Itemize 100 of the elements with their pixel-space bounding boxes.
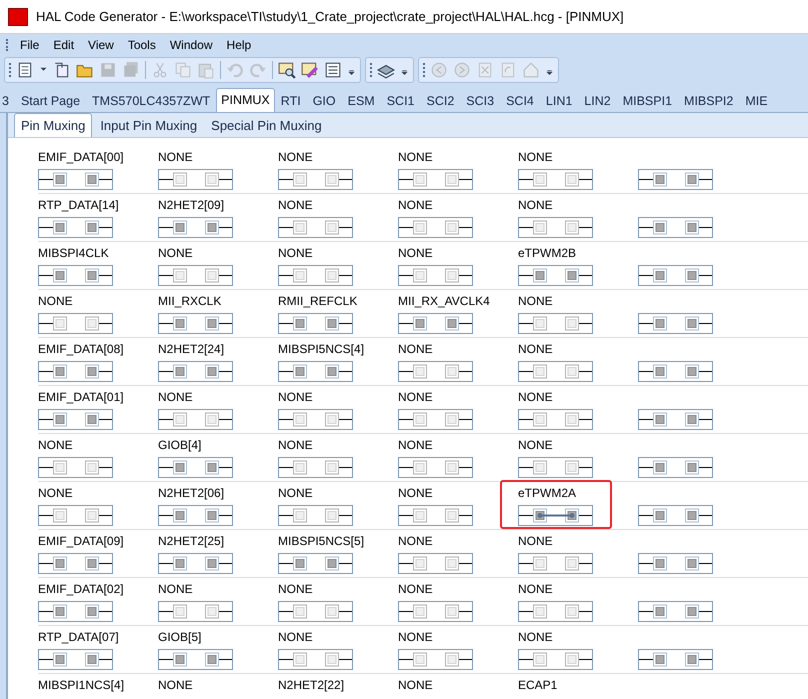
pin-switch[interactable] [518,313,593,334]
pin-label: N2HET2[22] [278,678,346,693]
magnifier-icon[interactable] [278,61,296,79]
pin-switch[interactable] [278,313,353,334]
menu-item[interactable]: File [14,36,46,54]
pin-switch[interactable] [398,601,473,622]
pin-switch[interactable] [158,265,233,286]
pin-switch[interactable] [158,649,233,670]
pin-switch[interactable] [158,457,233,478]
pin-switch[interactable] [398,505,473,526]
pin-switch[interactable] [38,409,113,430]
tab[interactable]: RTI [274,90,307,112]
pin-switch[interactable] [638,313,713,334]
tab[interactable]: SCI3 [460,90,500,112]
pin-switch[interactable] [158,169,233,190]
tab[interactable]: Start Page [14,90,86,112]
pin-switch[interactable] [518,409,593,430]
pin-switch[interactable] [38,649,113,670]
pin-switch[interactable] [518,169,593,190]
pin-switch[interactable] [278,649,353,670]
pin-switch[interactable] [278,265,353,286]
pin-switch[interactable] [638,457,713,478]
tab[interactable]: MIBSPI2 [678,90,740,112]
tab[interactable]: LIN1 [540,90,578,112]
pin-switch[interactable] [278,169,353,190]
pin-switch[interactable] [38,457,113,478]
pin-switch[interactable] [518,265,593,286]
pin-label: NONE [518,534,554,549]
menu-item[interactable]: Window [164,36,219,54]
pin-switch[interactable] [398,265,473,286]
pin-switch[interactable] [38,553,113,574]
pin-switch[interactable] [638,601,713,622]
tab[interactable]: PINMUX [216,88,275,112]
pin-switch[interactable] [38,169,113,190]
tab[interactable]: SCI4 [500,90,540,112]
pin-label: eTPWM2B [518,246,578,261]
pin-switch[interactable] [38,313,113,334]
tab[interactable]: 3 [0,90,15,112]
pin-switch[interactable] [38,217,113,238]
pin-switch[interactable] [398,169,473,190]
pin-switch[interactable] [278,553,353,574]
pin-switch[interactable] [518,649,593,670]
tab[interactable]: GIO [306,90,342,112]
pin-label: NONE [518,342,554,357]
pin-switch[interactable] [638,409,713,430]
menu-item[interactable]: Edit [47,36,80,54]
pin-switch[interactable] [638,217,713,238]
tab[interactable]: Pin Muxing [14,113,92,137]
tab[interactable]: TMS570LC4357ZWT [86,90,216,112]
tab[interactable]: Special Pin Muxing [205,115,328,137]
pin-switch[interactable] [158,409,233,430]
pin-switch[interactable] [518,361,593,382]
pin-switch[interactable] [518,457,593,478]
pin-switch[interactable] [158,361,233,382]
pin-switch[interactable] [518,553,593,574]
pin-switch[interactable] [398,217,473,238]
tab[interactable]: MIBSPI1 [616,90,678,112]
pin-switch[interactable] [38,601,113,622]
tab[interactable]: SCI2 [420,90,460,112]
pin-switch[interactable] [158,505,233,526]
list-icon[interactable] [324,61,342,79]
pin-switch[interactable] [398,457,473,478]
pin-switch[interactable] [38,361,113,382]
document-icon[interactable] [53,61,71,79]
pin-switch[interactable] [638,361,713,382]
pin-switch[interactable] [398,361,473,382]
pin-switch[interactable] [518,601,593,622]
pin-switch[interactable] [638,553,713,574]
pin-switch[interactable] [638,169,713,190]
tab[interactable]: Input Pin Muxing [94,115,204,137]
pin-switch[interactable] [398,313,473,334]
pin-switch[interactable] [158,601,233,622]
pin-switch[interactable] [278,217,353,238]
pin-switch[interactable] [278,409,353,430]
tab[interactable]: MIE [739,90,774,112]
tab[interactable]: LIN2 [578,90,617,112]
menu-item[interactable]: Help [220,36,258,54]
menu-item[interactable]: View [82,36,120,54]
pin-switch[interactable] [158,217,233,238]
tab[interactable]: SCI1 [380,90,420,112]
pin-switch[interactable] [518,505,593,526]
pin-switch[interactable] [278,505,353,526]
document-icon[interactable] [16,61,34,79]
pin-switch[interactable] [278,457,353,478]
pin-switch[interactable] [398,649,473,670]
pin-switch[interactable] [638,265,713,286]
pin-switch[interactable] [158,553,233,574]
pin-switch[interactable] [398,553,473,574]
pin-switch[interactable] [518,217,593,238]
pin-switch[interactable] [38,505,113,526]
pin-switch[interactable] [638,505,713,526]
pin-switch[interactable] [638,649,713,670]
pin-switch[interactable] [398,409,473,430]
pin-switch[interactable] [278,601,353,622]
menu-item[interactable]: Tools [122,36,162,54]
pin-switch[interactable] [38,265,113,286]
pencil-icon[interactable] [301,61,319,79]
tab[interactable]: ESM [342,90,381,112]
pin-switch[interactable] [278,361,353,382]
pin-switch[interactable] [158,313,233,334]
